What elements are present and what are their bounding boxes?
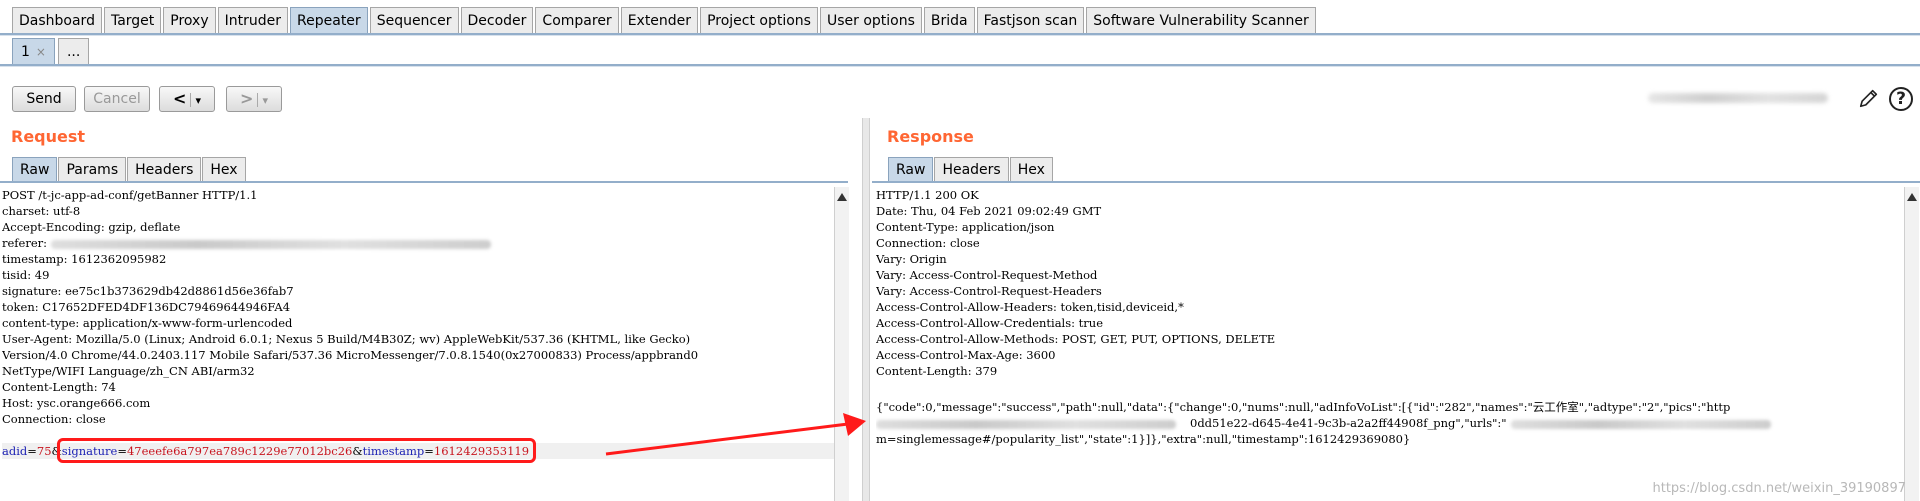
response-header: Content-Type: application/json [876,220,1055,234]
tab-extender[interactable]: Extender [620,7,699,33]
tab-request-raw[interactable]: Raw [12,157,58,181]
response-body-line: 0dd51e22-d645-4e41-9c3b-a2a2ff44908f_png… [876,415,1904,431]
request-header: token: C17652DFED4DF136DC79469644946FA4 [2,300,291,314]
watermark: https://blog.csdn.net/weixin_39190897 [1652,481,1906,496]
request-header: content-type: application/x-www-form-url… [2,316,293,330]
pencil-icon[interactable] [1858,87,1880,109]
empty-line [876,379,1904,395]
tab-response-raw[interactable]: Raw [888,157,934,181]
tab-intruder[interactable]: Intruder [217,7,289,33]
tab-decoder[interactable]: Decoder [460,7,534,33]
tab-software-vulnerability-scanner[interactable]: Software Vulnerability Scanner [1086,7,1316,33]
chevron-down-icon[interactable]: ▾ [262,94,268,107]
tab-comparer[interactable]: Comparer [535,7,619,33]
request-header: User-Agent: Mozilla/5.0 (Linux; Android … [2,332,691,346]
repeater-tab-1[interactable]: 1 × [12,38,55,64]
response-title: Response [887,127,974,146]
request-header: Content-Length: 74 [2,380,116,394]
chevron-right-icon: > [240,89,254,108]
forward-button[interactable]: > ▾ [226,86,282,112]
help-icon[interactable]: ? [1889,87,1913,111]
request-header: NetType/WIFI Language/zh_CN ABI/arm32 [2,364,255,378]
scroll-up-icon [837,193,847,201]
tab-bar-divider-light [0,35,1920,36]
request-header: timestamp: 1612362095982 [2,252,167,266]
tab-sequencer[interactable]: Sequencer [369,7,459,33]
red-arrow-icon [605,413,866,456]
request-header: tisid: 49 [2,268,50,282]
response-header: Connection: close [876,236,980,250]
target-host-redacted[interactable] [1648,93,1828,103]
response-header: Vary: Access-Control-Request-Headers [876,284,1102,298]
send-button[interactable]: Send [12,86,76,112]
response-body-line: m=singlemessage#/popularity_list","state… [876,432,1411,446]
close-icon[interactable]: × [36,45,46,59]
tab-response-headers[interactable]: Headers [934,157,1009,181]
chevron-down-icon[interactable]: ▾ [195,94,201,107]
highlight-box [57,438,536,463]
request-header: Accept-Encoding: gzip, deflate [2,220,181,234]
repeater-tab-divider-light [0,66,1920,67]
request-header: charset: utf-8 [2,204,81,218]
tab-user-options[interactable]: User options [819,7,922,33]
tab-request-headers[interactable]: Headers [127,157,202,181]
tab-repeater[interactable]: Repeater [290,7,368,33]
response-header: Date: Thu, 04 Feb 2021 09:02:49 GMT [876,204,1102,218]
response-header: Content-Length: 379 [876,364,998,378]
response-header: Vary: Origin [876,252,947,266]
response-header: Access-Control-Allow-Methods: POST, GET,… [876,332,1276,346]
repeater-tab-bar: 1 × ... [12,38,92,64]
request-header: Host: ysc.orange666.com [2,396,151,410]
tab-request-hex[interactable]: Hex [202,157,246,181]
cancel-button[interactable]: Cancel [84,86,150,112]
tool-tab-bar: Dashboard Target Proxy Intruder Repeater… [0,0,1920,33]
tab-response-hex[interactable]: Hex [1009,157,1053,181]
scroll-up-icon [1907,193,1917,201]
tab-target[interactable]: Target [103,7,162,33]
response-editor[interactable]: HTTP/1.1 200 OK Date: Thu, 04 Feb 2021 0… [876,187,1904,501]
response-header: Access-Control-Max-Age: 3600 [876,348,1056,362]
tab-project-options[interactable]: Project options [700,7,818,33]
response-view-tabs: Raw Headers Hex [888,157,1054,181]
response-header: Access-Control-Allow-Credentials: true [876,316,1104,330]
request-header: signature: ee75c1b373629db42d8861d56e36f… [2,284,294,298]
response-header: Vary: Access-Control-Request-Method [876,268,1098,282]
request-tabs-divider [0,181,848,183]
tab-proxy[interactable]: Proxy [163,7,216,33]
request-header-referer: referer: [2,235,834,251]
tab-dashboard[interactable]: Dashboard [12,7,102,33]
back-button[interactable]: < ▾ [159,86,215,112]
tab-fastjson-scan[interactable]: Fastjson scan [976,7,1085,33]
tab-request-params[interactable]: Params [58,157,127,181]
repeater-new-tab[interactable]: ... [57,38,90,64]
request-line: POST /t-jc-app-ad-conf/getBanner HTTP/1.… [2,188,258,202]
chevron-left-icon: < [173,89,187,108]
request-title: Request [11,127,86,146]
response-body-line: {"code":0,"message":"success","path":nul… [876,400,1731,414]
request-header: Version/4.0 Chrome/44.0.2403.117 Mobile … [2,348,699,362]
repeater-tab-label: 1 [21,44,30,60]
status-line: HTTP/1.1 200 OK [876,188,979,202]
response-header: Access-Control-Allow-Headers: token,tisi… [876,300,1184,314]
response-scrollbar[interactable] [1904,187,1919,501]
tab-brida[interactable]: Brida [923,7,975,33]
request-view-tabs: Raw Params Headers Hex [12,157,247,181]
response-tabs-divider [872,181,1920,183]
